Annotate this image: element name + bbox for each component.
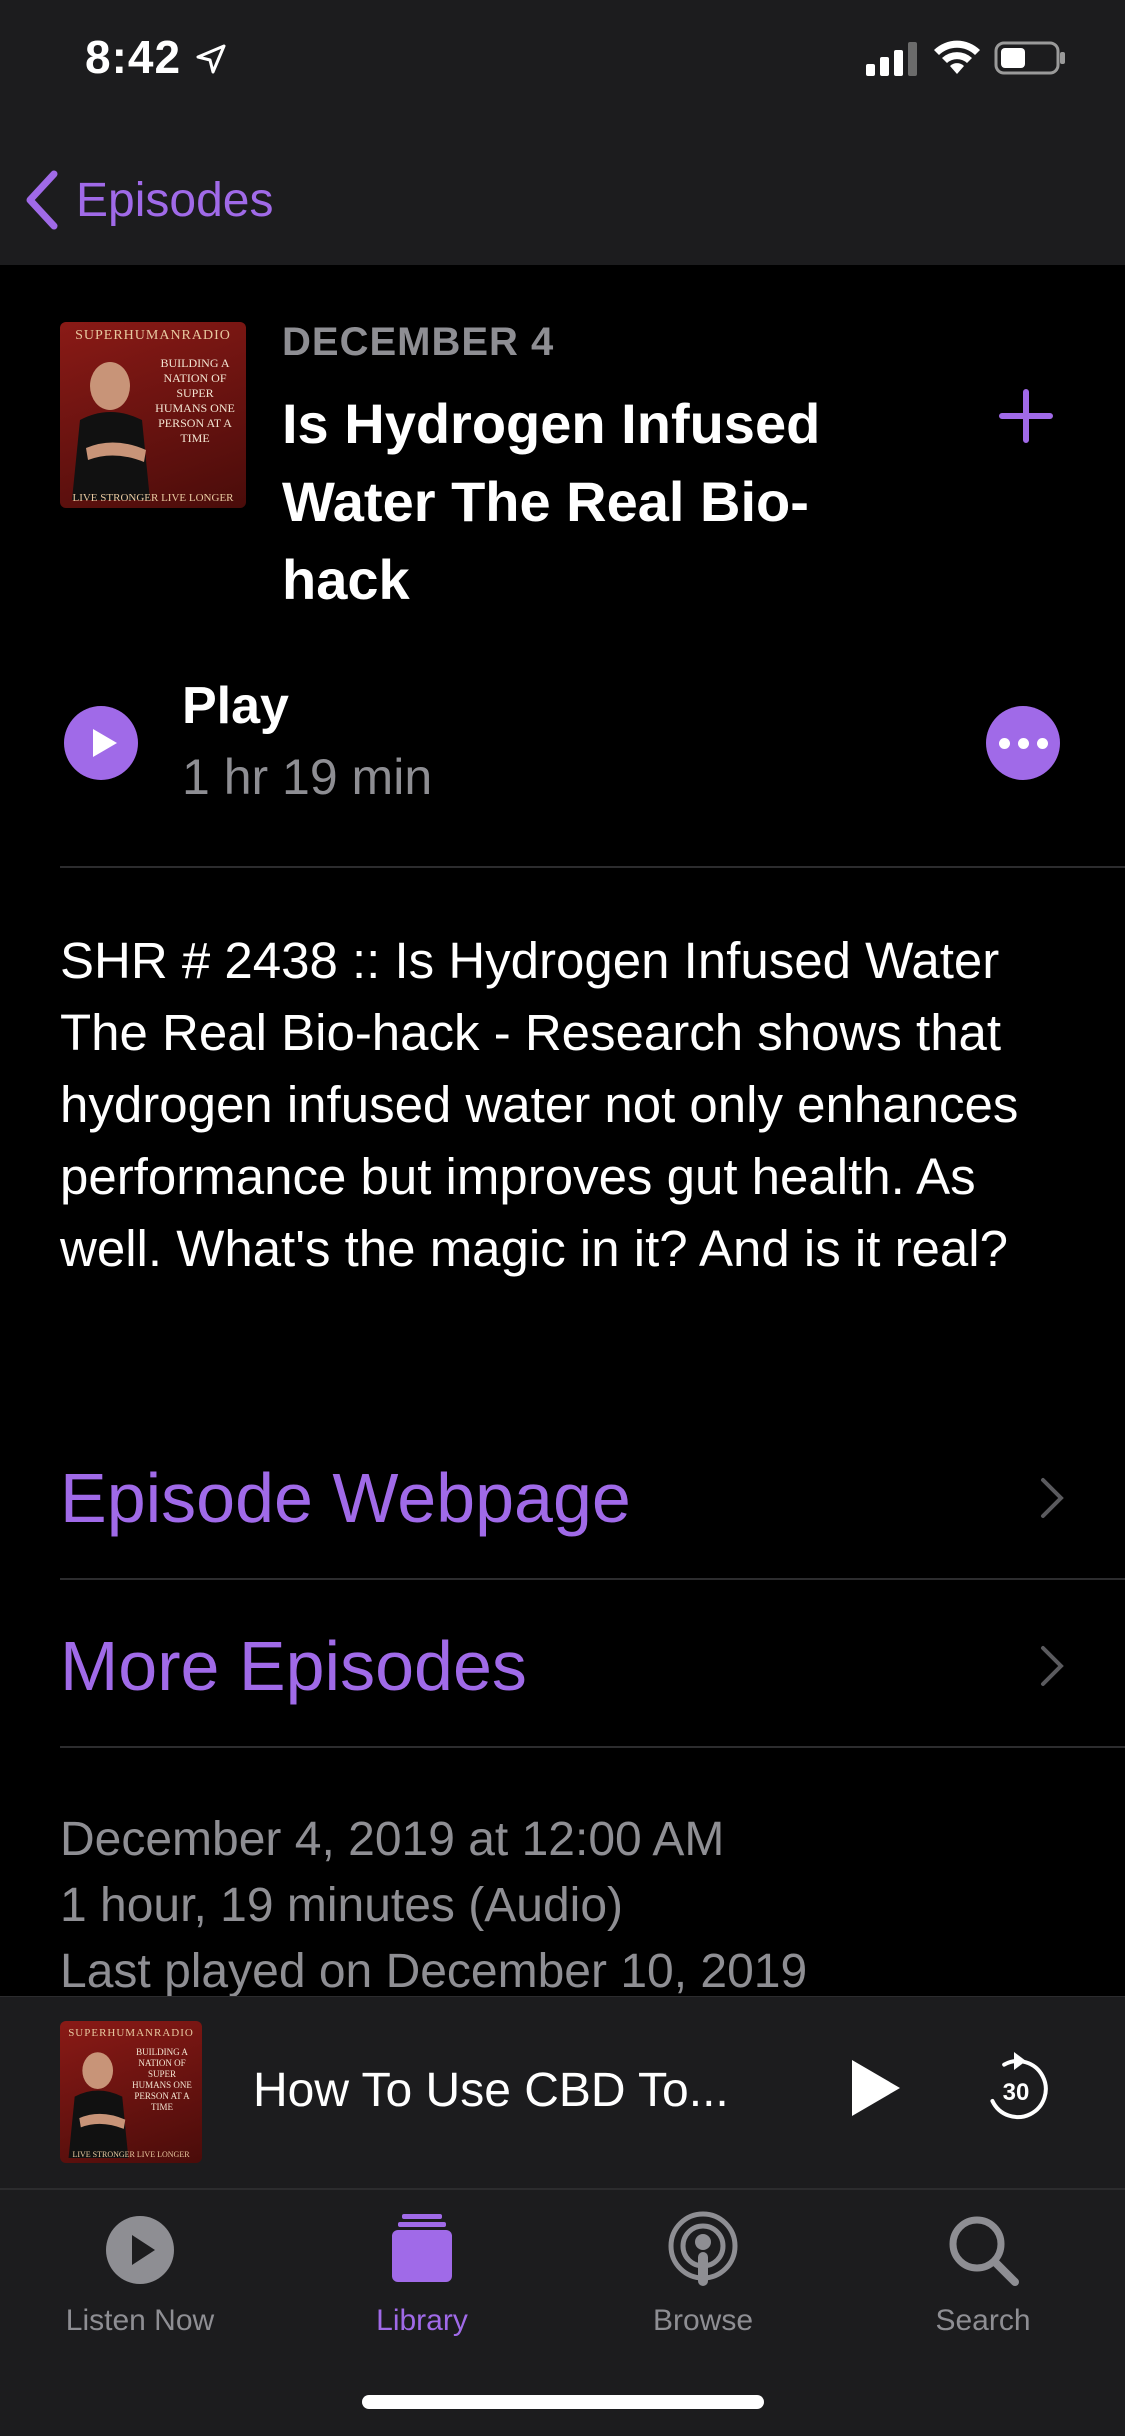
mini-player-title: How To Use CBD To... — [253, 2064, 729, 2117]
skip-forward-30-button[interactable]: 30 — [984, 2050, 1048, 2122]
add-to-library-button[interactable] — [998, 388, 1054, 444]
episode-webpage-link[interactable]: Episode Webpage — [60, 1438, 1065, 1558]
ellipsis-dot — [1017, 737, 1029, 749]
host-photo — [68, 2052, 129, 2158]
cellular-signal-icon — [866, 42, 917, 76]
more-options-button[interactable] — [986, 706, 1060, 780]
mini-play-button[interactable] — [848, 2057, 904, 2119]
top-bar: 8:42 Episodes — [0, 0, 1125, 265]
play-button[interactable] — [64, 706, 138, 780]
episode-artwork: SUPERHUMANRADIO BUILDING A NATION OF SUP… — [60, 322, 246, 508]
tab-library[interactable]: Library — [302, 2210, 542, 2338]
published-date: December 4, 2019 at 12:00 AM — [60, 1813, 725, 1866]
artwork-footer: LIVE STRONGER LIVE LONGER — [72, 492, 234, 504]
artwork-footer: LIVE STRONGER LIVE LONGER — [72, 2150, 190, 2159]
tab-label: Search — [935, 2304, 1031, 2337]
chevron-left-icon — [26, 170, 58, 230]
back-button[interactable]: Episodes — [22, 160, 273, 240]
tab-label: Listen Now — [65, 2304, 215, 2337]
wifi-icon — [934, 40, 980, 74]
tab-listen-now[interactable]: Listen Now — [20, 2210, 260, 2338]
battery-icon — [994, 41, 1065, 75]
library-stack-icon — [392, 2214, 452, 2282]
play-icon — [93, 729, 117, 757]
artwork-brand: SUPERHUMANRADIO — [75, 328, 231, 343]
skip-seconds-label: 30 — [1003, 2079, 1030, 2106]
play-circle-icon — [106, 2216, 174, 2284]
location-arrow-icon — [196, 44, 226, 74]
more-episodes-link[interactable]: More Episodes — [60, 1606, 1065, 1726]
tab-label: Browse — [652, 2304, 754, 2337]
tab-search[interactable]: Search — [863, 2210, 1103, 2338]
artwork-tagline: BUILDING A NATION OF SUPER HUMANS ONE PE… — [155, 356, 235, 445]
episode-length: 1 hour, 19 minutes (Audio) — [60, 1879, 623, 1932]
ellipsis-dot — [998, 737, 1010, 749]
episode-duration: 1 hr 19 min — [182, 749, 433, 805]
podcast-icon — [668, 2211, 738, 2286]
artwork-tagline: BUILDING A NATION OF SUPER HUMANS ONE PE… — [132, 2047, 192, 2112]
artwork-brand: SUPERHUMANRADIO — [68, 2027, 194, 2039]
chevron-right-icon — [1041, 1646, 1064, 1686]
host-photo — [72, 362, 150, 500]
divider — [60, 866, 1125, 868]
mini-player[interactable]: SUPERHUMANRADIO BUILDING A NATION OF SUP… — [0, 1996, 1125, 2188]
back-label: Episodes — [76, 173, 274, 227]
link-label: Episode Webpage — [60, 1459, 631, 1537]
last-played: Last played on December 10, 2019 — [60, 1945, 808, 1998]
episode-title: Is Hydrogen Infused Water The Real Bio-h… — [282, 392, 821, 611]
divider — [60, 1746, 1125, 1748]
episode-date: DECEMBER 4 — [282, 320, 555, 364]
play-label[interactable]: Play — [182, 676, 289, 736]
mini-player-artwork: SUPERHUMANRADIO BUILDING A NATION OF SUP… — [60, 2021, 202, 2163]
ellipsis-dot — [1036, 737, 1048, 749]
divider — [60, 1578, 1125, 1580]
tab-browse[interactable]: Browse — [583, 2210, 823, 2338]
status-time: 8:42 — [85, 31, 182, 83]
episode-description: SHR # 2438 :: Is Hydrogen Infused Water … — [60, 932, 1019, 1277]
home-indicator — [362, 2395, 764, 2409]
link-label: More Episodes — [60, 1627, 527, 1705]
search-icon — [949, 2216, 1019, 2286]
tab-label: Library — [376, 2304, 468, 2337]
chevron-right-icon — [1041, 1478, 1064, 1518]
